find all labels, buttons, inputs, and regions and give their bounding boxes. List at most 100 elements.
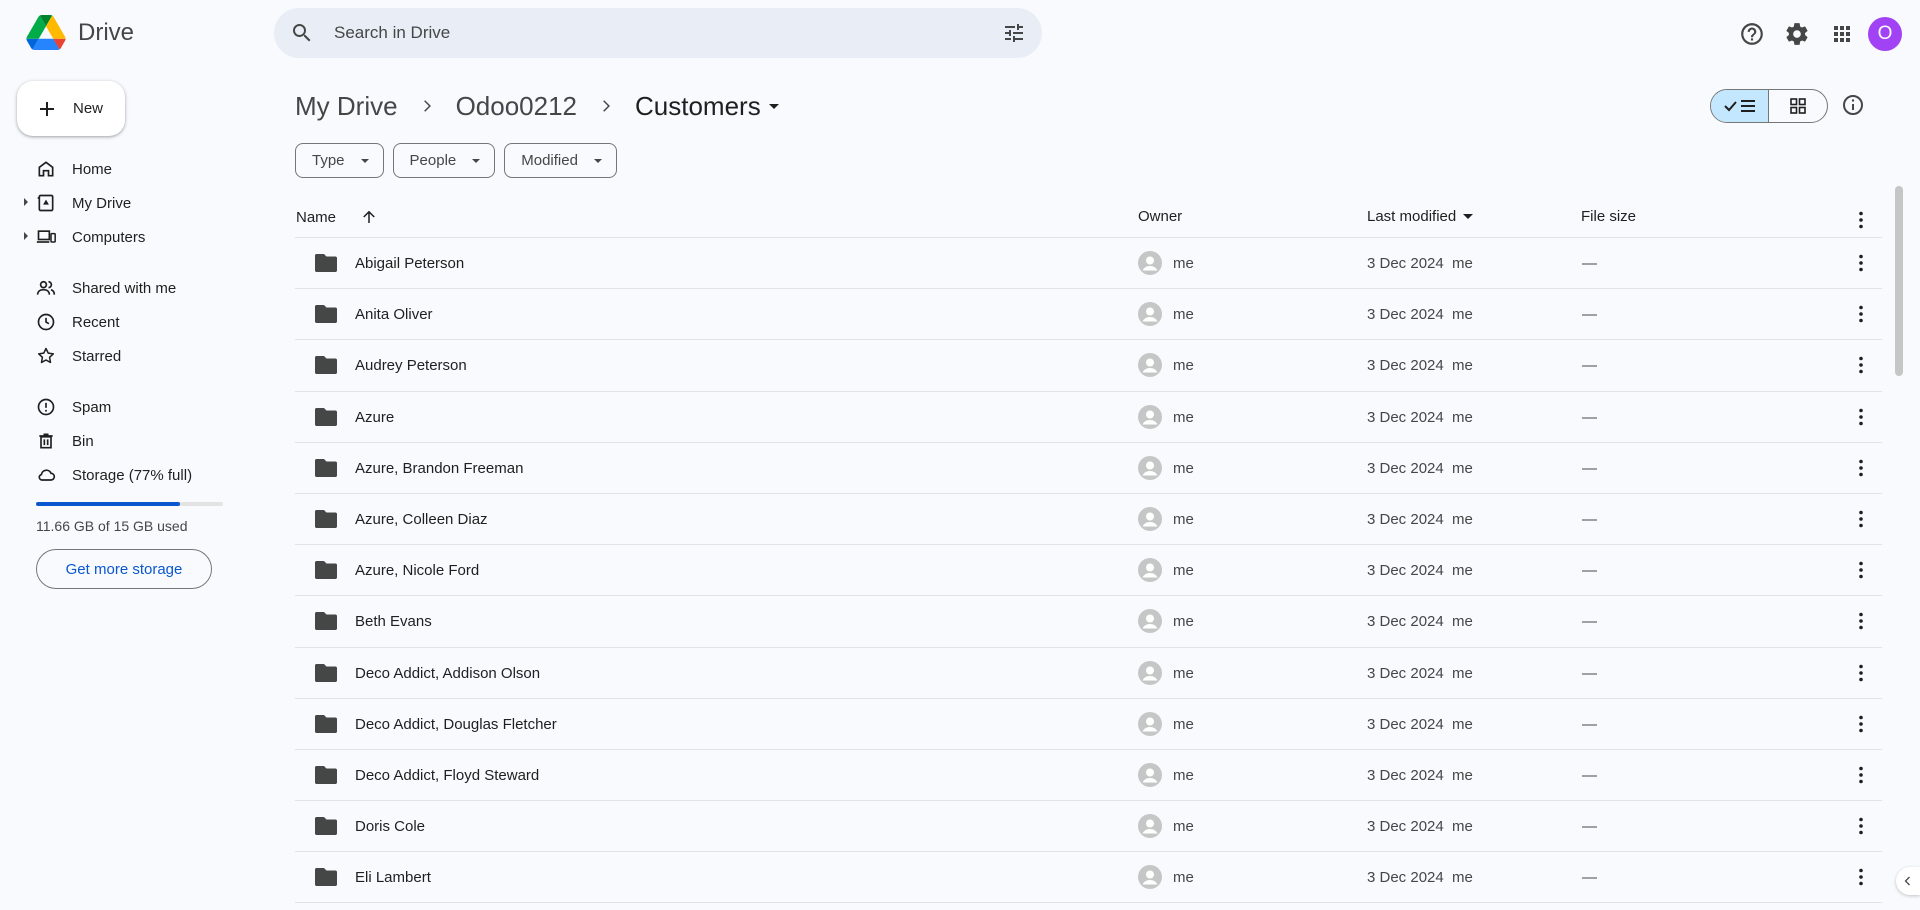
app-name: Drive: [78, 18, 135, 46]
sidebar-item-my-drive[interactable]: My Drive: [24, 187, 254, 219]
table-row[interactable]: Deco Addict, Addison Olson me 3 Dec 2024 m…: [295, 648, 1882, 699]
owner-name: me: [1173, 613, 1194, 631]
more-vert-icon[interactable]: [1849, 712, 1873, 736]
more-vert-icon[interactable]: [1849, 865, 1873, 889]
sidebar-item-recent[interactable]: Recent: [24, 306, 254, 338]
table-row[interactable]: Anita Oliver me 3 Dec 2024 me —: [295, 289, 1882, 341]
chip-label: People: [409, 152, 457, 169]
column-header-name[interactable]: Name: [296, 208, 378, 226]
more-vert-icon[interactable]: [1849, 507, 1873, 531]
column-header-last-modified[interactable]: Last modified: [1367, 208, 1474, 225]
file-name[interactable]: Azure, Nicole Ford: [355, 562, 479, 579]
table-row[interactable]: Eli Lambert me 3 Dec 2024 me —: [295, 852, 1882, 904]
filter-type-chip[interactable]: Type: [295, 143, 384, 178]
more-vert-icon[interactable]: [1849, 456, 1873, 480]
side-panel-toggle[interactable]: [1896, 867, 1920, 895]
table-row[interactable]: Azure, Colleen Diaz me 3 Dec 2024 me —: [295, 494, 1882, 546]
file-name[interactable]: Deco Addict, Floyd Steward: [355, 767, 539, 784]
grid-icon: [1790, 98, 1806, 114]
file-name[interactable]: Beth Evans: [355, 613, 432, 630]
file-name[interactable]: Azure: [355, 409, 394, 426]
folder-icon: [315, 817, 337, 836]
list-view-button[interactable]: [1711, 90, 1769, 122]
more-vert-icon[interactable]: [1849, 208, 1873, 232]
get-more-storage-button[interactable]: Get more storage: [36, 549, 212, 589]
more-vert-icon[interactable]: [1849, 609, 1873, 633]
sidebar-item-spam[interactable]: Spam: [24, 391, 254, 423]
drive-logo[interactable]: Drive: [26, 15, 134, 50]
more-vert-icon[interactable]: [1849, 251, 1873, 275]
more-vert-icon[interactable]: [1849, 814, 1873, 838]
file-name[interactable]: Eli Lambert: [355, 869, 431, 886]
new-button[interactable]: New: [17, 81, 125, 136]
table-row[interactable]: Azure, Brandon Freeman me 3 Dec 2024 me —: [295, 443, 1882, 494]
owner-name: me: [1173, 459, 1194, 477]
folder-icon: [315, 714, 337, 733]
more-vert-icon[interactable]: [1849, 405, 1873, 429]
home-icon: [38, 161, 54, 177]
expand-caret-icon[interactable]: [24, 232, 28, 240]
column-header-file-size[interactable]: File size: [1581, 208, 1636, 225]
grid-view-button[interactable]: [1769, 90, 1827, 122]
file-size: —: [1582, 818, 1597, 836]
owner-name: me: [1173, 357, 1194, 375]
table-row[interactable]: Deco Addict, Douglas Fletcher me 3 Dec 202…: [295, 699, 1882, 750]
sidebar-item-bin[interactable]: Bin: [24, 425, 254, 457]
file-name[interactable]: Azure, Brandon Freeman: [355, 460, 523, 477]
last-modified: 3 Dec 2024 me: [1367, 766, 1473, 784]
filter-people-chip[interactable]: People: [392, 143, 496, 178]
more-vert-icon[interactable]: [1849, 763, 1873, 787]
file-size: —: [1582, 408, 1597, 426]
expand-caret-icon[interactable]: [24, 198, 28, 206]
breadcrumb-current-folder[interactable]: Customers: [635, 91, 779, 122]
help-icon: [1741, 23, 1763, 45]
search-options-icon[interactable]: [1002, 21, 1026, 45]
more-vert-icon[interactable]: [1849, 558, 1873, 582]
table-row[interactable]: Abigail Peterson me 3 Dec 2024 me —: [295, 238, 1882, 290]
column-header-owner[interactable]: Owner: [1138, 208, 1182, 225]
owner-name: me: [1173, 562, 1194, 580]
scrollbar-thumb[interactable]: [1895, 186, 1903, 376]
table-row[interactable]: Doris Cole me 3 Dec 2024 me —: [295, 801, 1882, 853]
search-bar[interactable]: [274, 8, 1042, 58]
account-avatar[interactable]: O: [1868, 17, 1902, 51]
settings-button[interactable]: [1777, 14, 1817, 54]
file-name[interactable]: Abigail Peterson: [355, 255, 464, 272]
filter-modified-chip[interactable]: Modified: [504, 143, 617, 178]
more-vert-icon[interactable]: [1849, 353, 1873, 377]
table-row[interactable]: Audrey Peterson me 3 Dec 2024 me —: [295, 340, 1882, 392]
more-vert-icon[interactable]: [1849, 302, 1873, 326]
file-name[interactable]: Doris Cole: [355, 818, 425, 835]
help-button[interactable]: [1732, 14, 1772, 54]
file-name[interactable]: Azure, Colleen Diaz: [355, 511, 488, 528]
storage-usage-text: 11.66 GB of 15 GB used: [36, 518, 188, 534]
sidebar-item-home[interactable]: Home: [24, 153, 254, 185]
sidebar-item-storage[interactable]: Storage (77% full): [24, 459, 254, 491]
file-name[interactable]: Anita Oliver: [355, 306, 433, 323]
breadcrumb-item-my-drive[interactable]: My Drive: [295, 91, 398, 122]
table-row[interactable]: Beth Evans me 3 Dec 2024 me —: [295, 596, 1882, 648]
owner-name: me: [1173, 306, 1194, 324]
column-header-label: Name: [296, 208, 337, 226]
sort-arrow-up-icon[interactable]: [360, 208, 378, 226]
owner-avatar-icon: [1138, 762, 1162, 787]
chevron-right-icon: [423, 100, 431, 112]
search-icon[interactable]: [290, 21, 314, 45]
file-name[interactable]: Deco Addict, Addison Olson: [355, 665, 540, 682]
table-row[interactable]: Deco Addict, Floyd Steward me 3 Dec 2024 m…: [295, 750, 1882, 802]
more-vert-icon[interactable]: [1849, 661, 1873, 685]
file-name[interactable]: Audrey Peterson: [355, 357, 467, 374]
info-icon[interactable]: [1841, 93, 1865, 117]
breadcrumb-item-folder[interactable]: Odoo0212: [456, 91, 577, 122]
last-modified: 3 Dec 2024 me: [1367, 459, 1473, 477]
table-row[interactable]: Azure me 3 Dec 2024 me —: [295, 392, 1882, 443]
file-name[interactable]: Deco Addict, Douglas Fletcher: [355, 716, 557, 733]
sidebar-item-shared[interactable]: Shared with me: [24, 272, 254, 304]
sidebar-item-computers[interactable]: Computers: [24, 221, 254, 253]
folder-icon: [315, 612, 337, 631]
last-modified: 3 Dec 2024 me: [1367, 408, 1473, 426]
table-row[interactable]: Azure, Nicole Ford me 3 Dec 2024 me —: [295, 545, 1882, 597]
sidebar-item-starred[interactable]: Starred: [24, 340, 254, 372]
search-input[interactable]: [334, 23, 1002, 43]
apps-button[interactable]: [1822, 14, 1862, 54]
